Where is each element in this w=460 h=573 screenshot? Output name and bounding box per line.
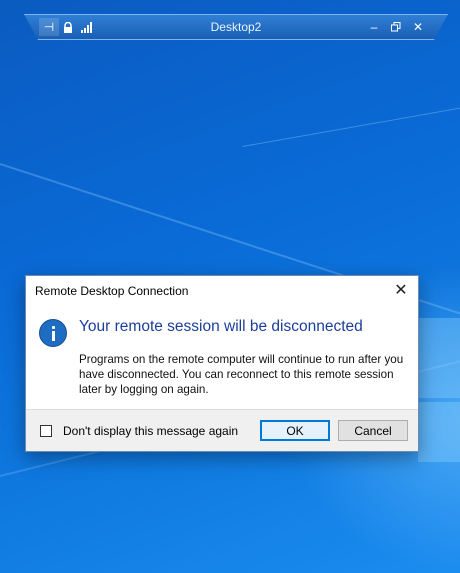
dialog-message: Programs on the remote computer will con… [79, 353, 404, 396]
cancel-button[interactable]: Cancel [338, 420, 408, 441]
ok-button[interactable]: OK [260, 420, 330, 441]
light-beam [242, 93, 460, 148]
dialog-footer: Don't display this message again OK Canc… [26, 409, 418, 451]
windows-logo-pane [418, 402, 460, 462]
dont-display-checkbox[interactable] [40, 425, 52, 437]
windows-logo-pane [418, 318, 460, 398]
info-icon [39, 319, 67, 347]
disconnect-dialog: Remote Desktop Connection ✕ Your remote … [25, 275, 419, 452]
dont-display-label[interactable]: Don't display this message again [63, 424, 238, 438]
close-icon[interactable]: ✕ [411, 18, 425, 36]
dialog-title: Remote Desktop Connection [35, 284, 189, 298]
dialog-heading: Your remote session will be disconnected [79, 318, 363, 335]
connection-bar: ⊣ Desktop2 – ✕ [24, 14, 448, 40]
dialog-close-button[interactable]: ✕ [390, 280, 412, 300]
minimize-icon[interactable]: – [367, 18, 381, 36]
restore-icon[interactable] [389, 18, 403, 36]
connection-title: Desktop2 [210, 20, 262, 34]
